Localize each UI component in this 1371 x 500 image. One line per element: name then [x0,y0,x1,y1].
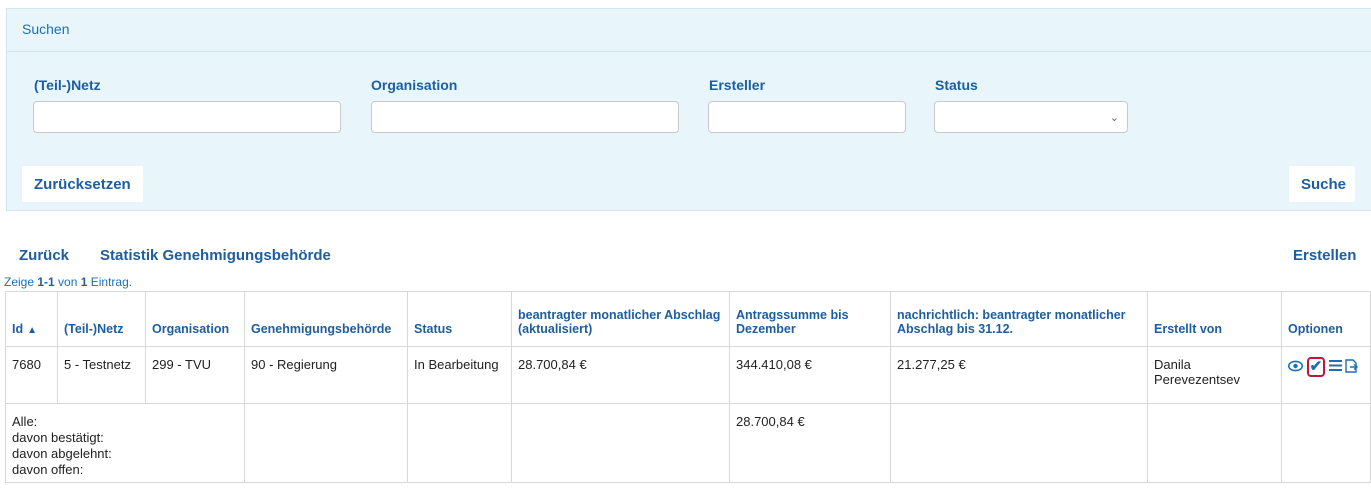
document-export-icon[interactable] [1345,358,1359,376]
summary-range: 1-1 [37,275,55,289]
totals-cell-behoerde [244,403,408,483]
summary-suffix: Eintrag. [87,275,133,289]
column-header-nachrichtlich[interactable]: nachrichtlich: beantragter monatlicher A… [890,291,1148,347]
reset-button[interactable]: Zurücksetzen [22,166,143,202]
column-header-optionen: Optionen [1281,291,1371,347]
result-summary: Zeige 1-1 von 1 Eintrag. [4,275,132,289]
status-label: Status [935,77,978,93]
cell-nachrichtlich: 21.277,25 € [890,346,1148,404]
create-link[interactable]: Erstellen [1293,247,1356,264]
back-link[interactable]: Zurück [19,247,69,264]
summary-middle: von [54,275,81,289]
column-header-summe[interactable]: Antragssumme bis Dezember [729,291,891,347]
netz-input[interactable] [33,101,341,133]
cell-abschlag: 28.700,84 € [511,346,730,404]
totals-labels: Alle: davon bestätigt: davon abgelehnt: … [5,403,245,483]
search-button[interactable]: Suche [1289,166,1355,202]
table-row: 7680 5 - Testnetz 299 - TVU 90 - Regieru… [5,346,1371,404]
checkmark-icon[interactable]: ✔ [1306,357,1326,377]
totals-cell-options [1281,403,1371,483]
column-header-organisation[interactable]: Organisation [145,291,245,347]
search-panel: Suchen (Teil-)Netz Organisation Erstelle… [6,8,1371,211]
statistics-link[interactable]: Statistik Genehmigungsbehörde [100,247,331,264]
cell-netz: 5 - Testnetz [57,346,146,404]
totals-label-offen: davon offen: [12,462,84,477]
netz-label: (Teil-)Netz [34,77,101,93]
column-header-id-label: Id [12,322,24,336]
totals-cell-summe: 28.700,84 € [729,403,891,483]
cell-id: 7680 [5,346,58,404]
sort-ascending-icon: ▲ [27,325,38,336]
ersteller-input[interactable] [708,101,906,133]
eye-icon[interactable] [1287,360,1304,375]
search-panel-title: Suchen [22,21,70,37]
column-header-status[interactable]: Status [407,291,512,347]
organisation-input[interactable] [371,101,679,133]
column-header-behoerde[interactable]: Genehmigungsbehörde [244,291,408,347]
list-icon[interactable] [1328,359,1342,375]
search-panel-divider [7,51,1371,52]
cell-erstellt-von: Danila Perevezentsev [1147,346,1282,404]
cell-options: ✔ [1281,346,1371,404]
totals-label-abgelehnt: davon abgelehnt: [12,446,112,461]
column-header-id[interactable]: Id ▲ [5,291,58,347]
organisation-label: Organisation [371,77,458,93]
chevron-down-icon: ⌄ [1109,112,1119,124]
totals-label-alle: Alle: [12,414,38,429]
cell-behoerde: 90 - Regierung [244,346,408,404]
totals-cell-status [407,403,512,483]
totals-cell-erstellt-von [1147,403,1282,483]
table-header-row: Id ▲ (Teil-)Netz Organisation Genehmigung… [5,291,1371,347]
ersteller-label: Ersteller [709,77,766,93]
column-header-erstellt-von[interactable]: Erstellt von [1147,291,1282,347]
summary-prefix: Zeige [4,275,38,289]
cell-status: In Bearbeitung [407,346,512,404]
results-table: Id ▲ (Teil-)Netz Organisation Genehmigung… [5,291,1371,483]
status-select[interactable]: ⌄ [934,101,1128,133]
cell-organisation: 299 - TVU [145,346,245,404]
column-header-netz[interactable]: (Teil-)Netz [57,291,146,347]
totals-label-bestaetigt: davon bestätigt: [12,430,104,445]
cell-summe: 344.410,08 € [729,346,891,404]
totals-cell-abschlag [511,403,730,483]
totals-cell-nachrichtlich [890,403,1148,483]
column-header-abschlag[interactable]: beantragter monatlicher Abschlag (aktual… [511,291,730,347]
totals-row: Alle: davon bestätigt: davon abgelehnt: … [5,403,1371,483]
